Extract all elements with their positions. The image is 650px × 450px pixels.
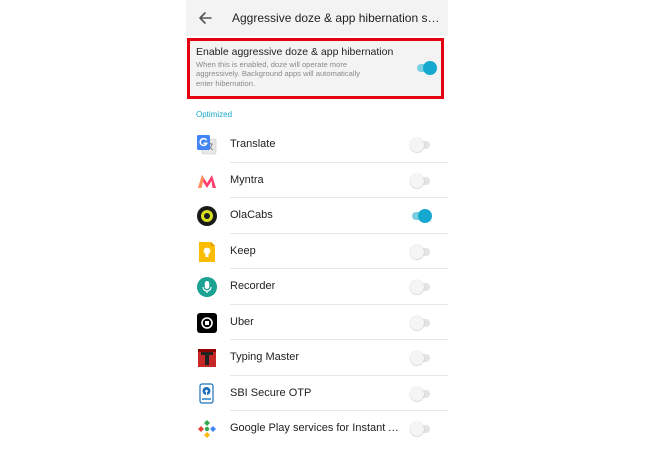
section-label-optimized: Optimized — [196, 110, 233, 119]
sbi-secure-otp-icon — [199, 382, 214, 404]
google-translate-icon — [197, 135, 217, 155]
highlight-box — [187, 38, 444, 99]
uber-icon — [197, 312, 217, 333]
app-toggle-keep[interactable] — [410, 244, 432, 259]
app-label: Myntra — [230, 173, 264, 186]
olacabs-icon — [197, 206, 217, 226]
back-arrow-icon[interactable] — [196, 9, 214, 27]
app-toggle-sbi-secure-otp[interactable] — [410, 386, 432, 401]
app-row-myntra[interactable]: Myntra — [186, 163, 448, 198]
app-row-recorder[interactable]: Recorder — [186, 269, 448, 305]
app-toggle-recorder[interactable] — [410, 280, 432, 294]
app-bar: Aggressive doze & app hibernation setti.… — [186, 0, 448, 36]
typing-master-icon — [198, 349, 216, 367]
recorder-icon — [197, 277, 217, 297]
toggle-thumb — [410, 138, 424, 152]
toggle-thumb — [410, 351, 424, 365]
google-keep-icon — [199, 241, 215, 262]
toggle-thumb — [410, 315, 424, 330]
myntra-icon — [198, 174, 216, 188]
app-label: Typing Master — [230, 351, 300, 363]
toggle-thumb — [418, 209, 432, 223]
toggle-thumb — [410, 386, 424, 401]
app-label: Keep — [230, 244, 256, 257]
app-row-olacabs[interactable]: OlaCabs — [186, 198, 448, 234]
app-toggle-typing-master[interactable] — [410, 351, 432, 365]
toggle-thumb — [410, 422, 424, 436]
app-label: Translate — [230, 138, 276, 150]
google-play-services-icon — [198, 420, 216, 438]
app-row-google-play-services-instant-apps[interactable]: Google Play services for Instant Ap... — [186, 411, 448, 447]
app-toggle-google-play-services[interactable] — [410, 422, 432, 436]
app-row-sbi-secure-otp[interactable]: SBI Secure OTP — [186, 376, 448, 411]
app-label: SBI Secure OTP — [230, 386, 312, 399]
app-label: Recorder — [230, 280, 276, 292]
app-label: Uber — [230, 315, 254, 328]
app-row-translate[interactable]: Translate — [186, 127, 448, 163]
app-toggle-myntra[interactable] — [410, 173, 432, 188]
app-label: Google Play services for Instant Ap... — [230, 422, 406, 434]
app-row-uber[interactable]: Uber — [186, 305, 448, 340]
app-row-keep[interactable]: Keep — [186, 234, 448, 269]
toggle-thumb — [410, 173, 424, 188]
app-toggle-uber[interactable] — [410, 315, 432, 330]
toggle-thumb — [410, 280, 424, 294]
app-toggle-translate[interactable] — [410, 138, 432, 152]
app-label: OlaCabs — [230, 209, 273, 221]
settings-screen: Aggressive doze & app hibernation setti.… — [186, 0, 448, 450]
toggle-thumb — [410, 244, 424, 259]
app-toggle-olacabs[interactable] — [410, 209, 432, 223]
app-row-typing-master[interactable]: Typing Master — [186, 340, 448, 376]
page-title: Aggressive doze & app hibernation setti.… — [232, 11, 442, 25]
